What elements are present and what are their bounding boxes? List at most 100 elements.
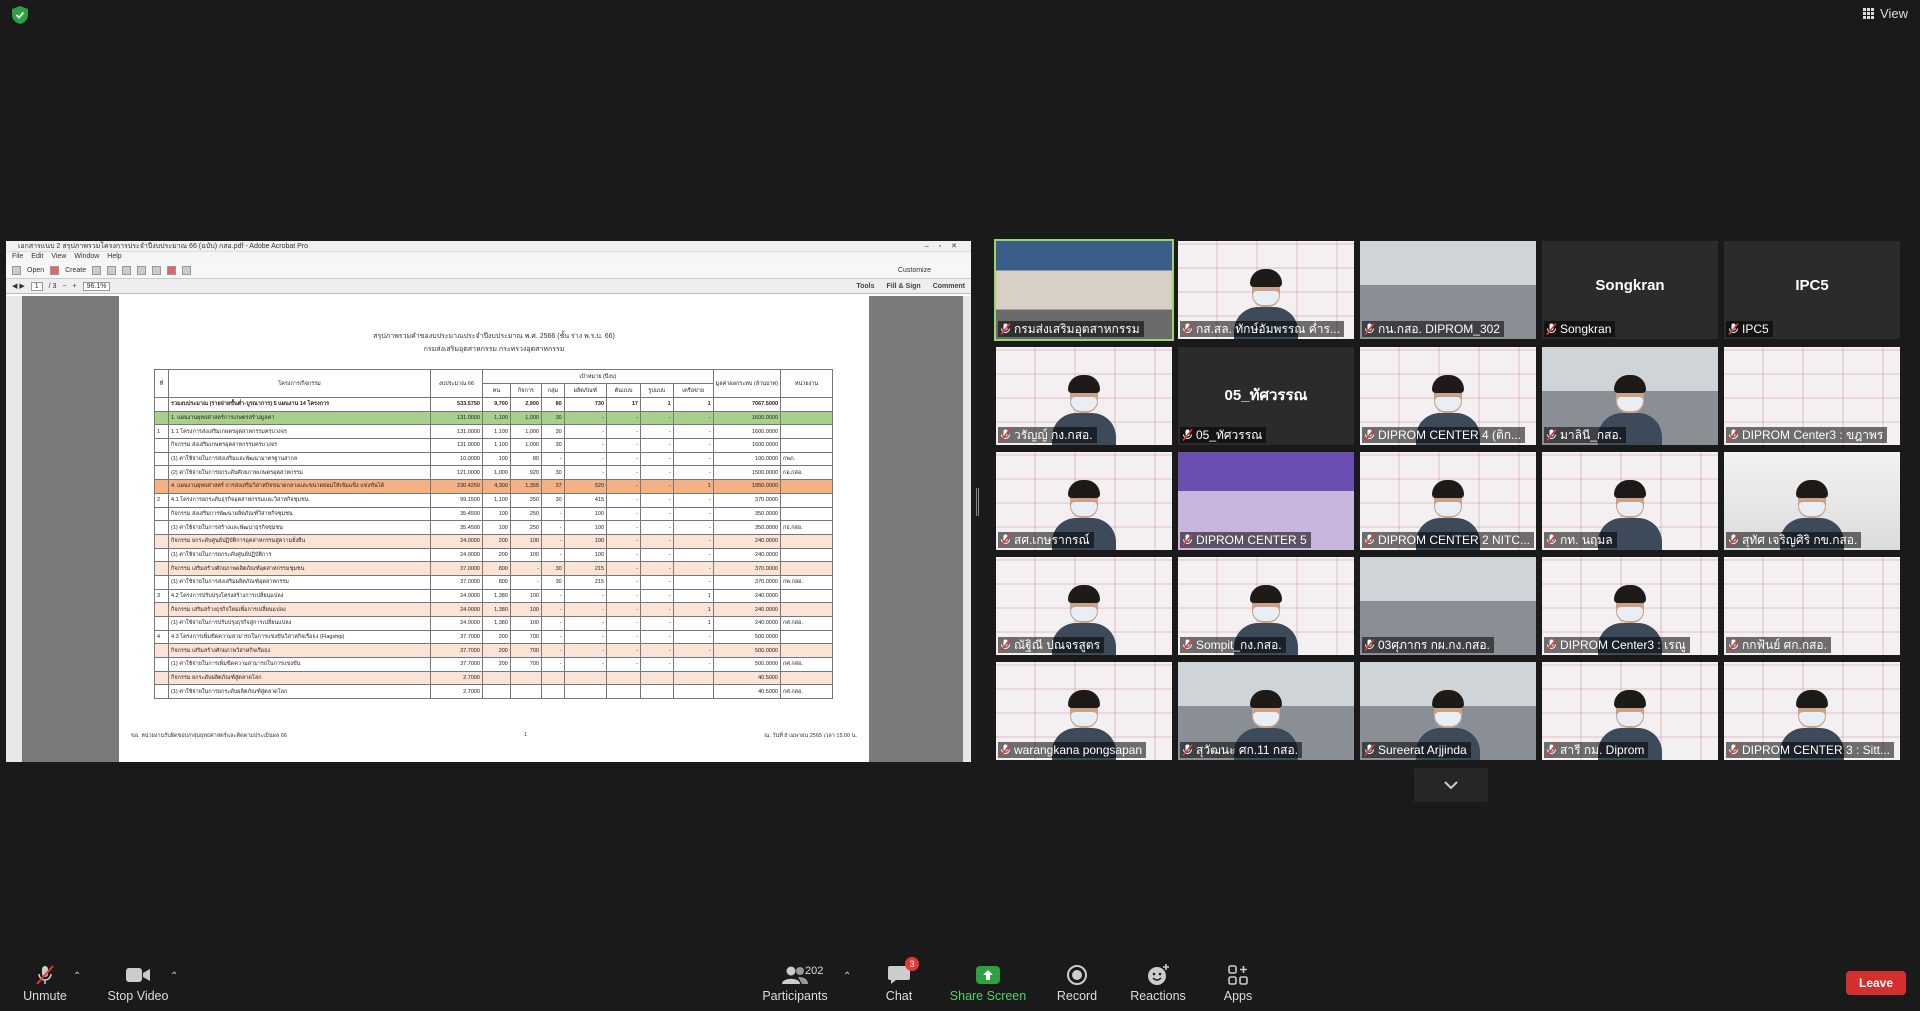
participant-name: DIPROM CENTER 4 (ติก...	[1378, 427, 1522, 442]
participant-tile[interactable]: Sompit_กง.กสอ.	[1178, 557, 1354, 655]
participant-tile[interactable]: DIPROM CENTER 3 : Sitt...	[1724, 662, 1900, 760]
cell-target-value: -	[606, 561, 641, 576]
cell-target-value: -	[672, 492, 714, 508]
participant-tile[interactable]: DIPROM Center3 : เรณู	[1542, 557, 1718, 655]
stop-video-button[interactable]: Stop Video	[90, 963, 186, 1003]
participant-tile[interactable]: สุทัศ เจริญศิริ กข.กสอ.	[1724, 452, 1900, 550]
cell-target-value: -	[563, 410, 608, 426]
shared-screen[interactable]: เอกสารแนบ 2 สรุปภาพรวมโครงการประจำปีงบปร…	[6, 241, 971, 762]
participant-tile[interactable]: มาลินี_กสอ.	[1542, 347, 1718, 445]
document-scrollbar[interactable]	[963, 296, 971, 762]
cell-budget: 37.0000	[430, 574, 483, 590]
create-pdf-icon[interactable]	[50, 265, 60, 275]
cell-no	[154, 616, 169, 631]
cell-target-value: -	[606, 588, 641, 604]
participant-name: 05_ทัศวรรณ	[1196, 427, 1263, 442]
participant-name: 03ศุภากร กผ.กง.กสอ.	[1378, 637, 1490, 652]
participant-tile[interactable]: ณัฐิณี ปณจรสูตร	[996, 557, 1172, 655]
participant-tile[interactable]: กส.สล. ทักษ์อัมพรรณ ค่ำร...	[1178, 241, 1354, 339]
audio-options-caret-icon[interactable]: ⌃	[73, 971, 83, 982]
participants-count: 202	[805, 965, 824, 977]
zoom-field[interactable]: 96.1%	[82, 281, 111, 291]
participant-tile[interactable]: 03ศุภากร กผ.กง.กสอ.	[1360, 557, 1536, 655]
view-label: View	[1880, 6, 1908, 21]
cell-target-value: 200	[482, 533, 511, 549]
attach-icon[interactable]	[182, 265, 192, 275]
participant-tile[interactable]: warangkana pongsapan	[996, 662, 1172, 760]
cell-name: (1) ค่าใช้จ่ายในการเพิ่มขีดความสามารถในก…	[168, 657, 431, 672]
menu-view[interactable]: View	[51, 252, 66, 262]
participant-tile[interactable]: กน.กสอ. DIPROM_302	[1360, 241, 1536, 339]
cell-target-value: 1,100	[482, 410, 511, 426]
participant-tile[interactable]: DIPROM CENTER 5	[1178, 452, 1354, 550]
cell-unit	[780, 670, 833, 686]
prev-page-icon[interactable]: ◀ ▶	[12, 282, 25, 290]
menu-file[interactable]: File	[12, 252, 23, 262]
window-controls[interactable]: –▫✕	[925, 241, 967, 251]
stamp-icon[interactable]	[167, 265, 177, 275]
participant-tile[interactable]: Songkran Songkran	[1542, 241, 1718, 339]
folder-icon[interactable]	[12, 265, 21, 275]
participant-tile[interactable]: กท. นฤมล	[1542, 452, 1718, 550]
cell-target-value: 100	[482, 520, 511, 535]
participant-tile[interactable]: DIPROM CENTER 2 NITC...	[1360, 452, 1536, 550]
footer-left: ขอ. หน่วยงานรับผิดชอบ/กลุ่มยุทธศาสตร์และ…	[131, 733, 287, 739]
video-options-caret-icon[interactable]: ⌃	[170, 971, 180, 982]
participant-tile[interactable]: Sureerat Arjjinda	[1360, 662, 1536, 760]
apps-button[interactable]: Apps	[1190, 963, 1286, 1003]
muted-mic-icon	[1364, 323, 1375, 335]
participant-name: มาลินี_กสอ.	[1560, 427, 1623, 442]
menu-edit[interactable]: Edit	[31, 252, 43, 262]
participant-tile[interactable]: สารี กม. Diprom	[1542, 662, 1718, 760]
participant-tile[interactable]: DIPROM Center3 : ขฎาพร	[1724, 347, 1900, 445]
muted-mic-icon	[1000, 429, 1011, 441]
customize-button[interactable]: Customize	[898, 267, 931, 274]
email-icon[interactable]	[122, 265, 132, 275]
unmute-button[interactable]: Unmute	[0, 963, 93, 1003]
participant-tile[interactable]: IPC5 IPC5	[1724, 241, 1900, 339]
cell-no	[154, 657, 169, 672]
menu-window[interactable]: Window	[74, 252, 99, 262]
participant-tile[interactable]: สุวัฒนะ ศก.11 กสอ.	[1178, 662, 1354, 760]
split-divider-handle[interactable]	[976, 488, 979, 516]
zoom-in-icon[interactable]: +	[73, 283, 77, 290]
participants-label: Participants	[762, 989, 828, 1003]
chat-button[interactable]: 3 Chat	[851, 957, 947, 1003]
participant-tile[interactable]: 05_ทัศวรรณ 05_ทัศวรรณ	[1178, 347, 1354, 445]
participant-name: วรัญญ์ กง.กสอ.	[1014, 427, 1093, 442]
table-row: (1) ค่าใช้จ่ายในการเพิ่มขีดความสามารถในก…	[154, 657, 833, 672]
leave-button[interactable]: Leave	[1846, 971, 1906, 995]
more-participants-button[interactable]	[1414, 768, 1488, 802]
create-button[interactable]: Create	[65, 267, 86, 274]
participant-tile[interactable]: กกฟ้นย์ ศก.กสอ.	[1724, 557, 1900, 655]
participant-name-label: DIPROM CENTER 5	[1180, 532, 1311, 548]
tools-tab[interactable]: Tools	[856, 283, 874, 290]
fill-sign-tab[interactable]: Fill & Sign	[886, 283, 920, 290]
open-button[interactable]: Open	[27, 267, 44, 274]
participant-name-label: กท. นฤมล	[1544, 532, 1617, 548]
participants-button[interactable]: 202 Participants	[747, 963, 843, 1003]
header-target-sub: คน	[482, 383, 511, 398]
gear-icon[interactable]	[137, 265, 147, 275]
cell-target-value: -	[672, 424, 714, 440]
navigation-pane[interactable]	[6, 296, 22, 762]
document-subtitle: กรมส่งเสริมอุตสาหกรรม กระทรวงอุตสาหกรรม	[423, 346, 565, 353]
comment-tab[interactable]: Comment	[933, 283, 965, 290]
cell-benefit: 350.0000	[712, 506, 782, 522]
security-shield-icon[interactable]	[12, 6, 28, 24]
cell-target-value: -	[640, 424, 674, 440]
share-screen-button[interactable]: Share Screen	[940, 963, 1036, 1003]
page-number-field[interactable]: 1	[30, 281, 43, 291]
view-button[interactable]: View	[1863, 6, 1908, 21]
menu-help[interactable]: Help	[107, 252, 121, 262]
participant-tile[interactable]: วรัญญ์ กง.กสอ.	[996, 347, 1172, 445]
zoom-out-icon[interactable]: −	[62, 283, 66, 290]
comment-icon[interactable]	[152, 265, 162, 275]
participant-tile[interactable]: DIPROM CENTER 4 (ติก...	[1360, 347, 1536, 445]
participant-tile[interactable]: สศ.เกษรากรณ์	[996, 452, 1172, 550]
participant-name-label: Sompit_กง.กสอ.	[1180, 637, 1286, 653]
print-icon[interactable]	[107, 265, 117, 275]
participant-tile[interactable]: กรมส่งเสริมอุตสาหกรรม	[994, 239, 1174, 341]
table-row: 3 4.2 โครงการปรับปรุงโครงสร้างการเปลี่ยนแ…	[154, 588, 833, 604]
save-icon[interactable]	[92, 265, 102, 275]
